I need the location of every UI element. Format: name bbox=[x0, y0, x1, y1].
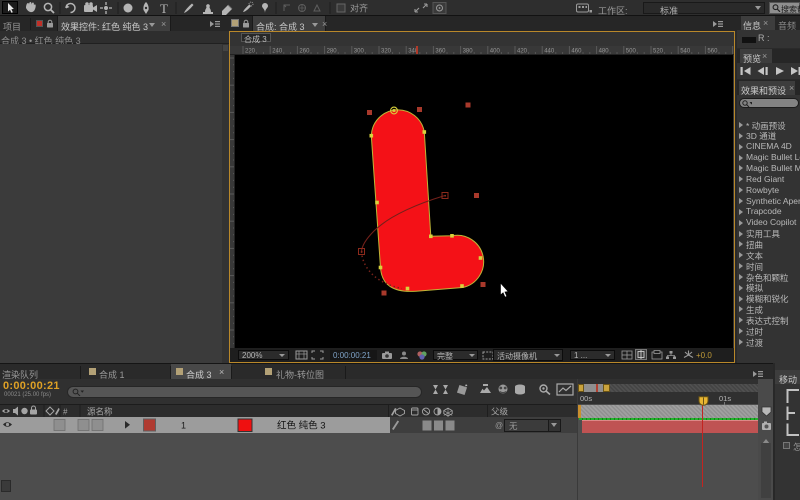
svg-text:240: 240 bbox=[272, 49, 283, 55]
svg-text:460: 460 bbox=[571, 49, 582, 55]
svg-text:@: @ bbox=[495, 421, 503, 430]
svg-text:220: 220 bbox=[245, 49, 256, 55]
svg-text:#: # bbox=[63, 408, 68, 417]
svg-text:420: 420 bbox=[517, 49, 528, 55]
svg-text:父级: 父级 bbox=[491, 407, 509, 417]
svg-text:400: 400 bbox=[490, 49, 501, 55]
svg-text:320: 320 bbox=[381, 49, 392, 55]
svg-text:红色 纯色 3: 红色 纯色 3 bbox=[277, 420, 326, 432]
svg-text:380: 380 bbox=[463, 49, 474, 55]
svg-text:260: 260 bbox=[299, 49, 310, 55]
svg-text:1: 1 bbox=[181, 421, 186, 431]
svg-text:560: 560 bbox=[707, 49, 718, 55]
svg-text:540: 540 bbox=[680, 49, 691, 55]
svg-text:300: 300 bbox=[354, 49, 365, 55]
svg-text:360: 360 bbox=[435, 49, 446, 55]
svg-text:500: 500 bbox=[626, 49, 637, 55]
svg-text:480: 480 bbox=[599, 49, 610, 55]
svg-text:280: 280 bbox=[327, 49, 338, 55]
svg-text:520: 520 bbox=[653, 49, 664, 55]
svg-text:源名称: 源名称 bbox=[87, 407, 113, 417]
svg-text:T: T bbox=[160, 1, 168, 16]
svg-text:440: 440 bbox=[544, 49, 555, 55]
svg-text:对齐: 对齐 bbox=[350, 3, 368, 14]
